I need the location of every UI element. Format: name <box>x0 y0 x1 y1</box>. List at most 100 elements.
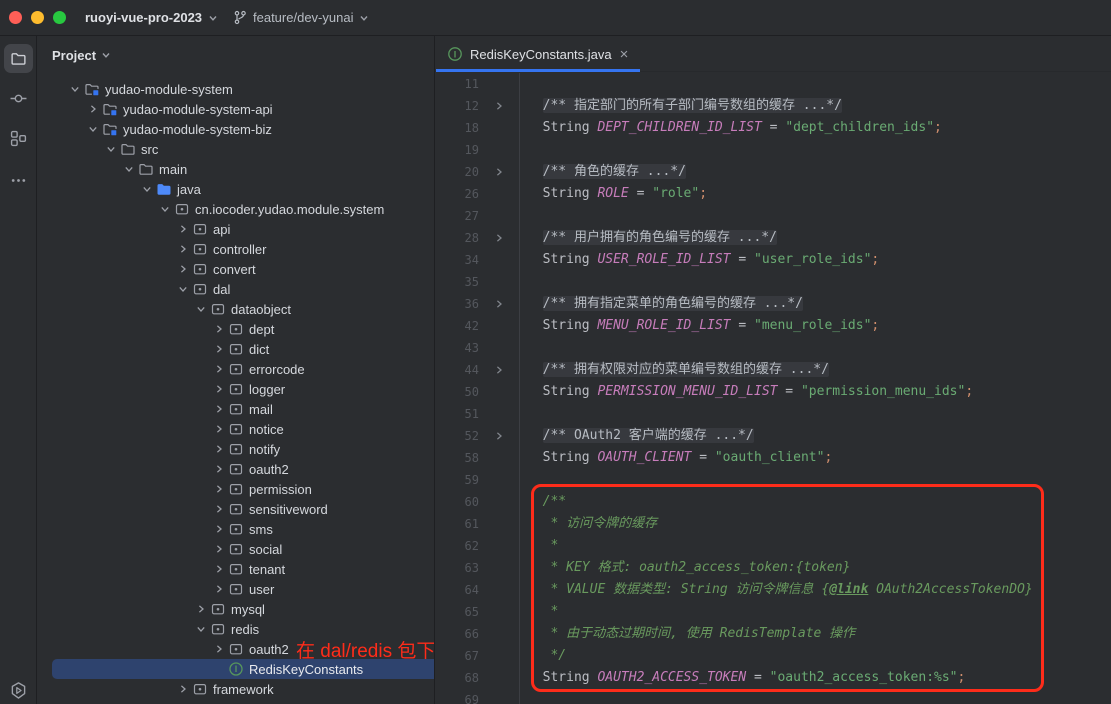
fold-arrow-icon[interactable] <box>479 161 520 183</box>
code-line-43: 43 <box>435 337 1111 359</box>
code-text: /** 指定部门的所有子部门编号数组的缓存 ...*/ <box>520 95 842 117</box>
code-line-65: 65 * <box>435 601 1111 623</box>
code-text: String MENU_ROLE_ID_LIST = "menu_role_id… <box>520 315 879 337</box>
tree-item-dataobject[interactable]: dataobject <box>37 299 434 319</box>
tree-item-partial[interactable] <box>37 699 434 704</box>
fold-arrow-icon[interactable] <box>479 95 520 117</box>
tree-item-sms[interactable]: sms <box>37 519 434 539</box>
line-number: 34 <box>435 249 479 271</box>
token-str: "oauth_client" <box>715 450 825 465</box>
chevron-down-icon[interactable] <box>156 199 174 219</box>
chevron-right-icon[interactable] <box>210 399 228 419</box>
chevron-down-icon[interactable] <box>102 139 120 159</box>
editor-tab-rediskeyconstants[interactable]: I RedisKeyConstants.java × <box>436 36 640 72</box>
chevron-right-icon[interactable] <box>210 439 228 459</box>
tree-item-convert[interactable]: convert <box>37 259 434 279</box>
tree-item-src[interactable]: src <box>37 139 434 159</box>
tree-item-java[interactable]: java <box>37 179 434 199</box>
package-icon <box>228 559 249 579</box>
tree-item-user[interactable]: user <box>37 579 434 599</box>
tree-item-main[interactable]: main <box>37 159 434 179</box>
gutter-space <box>479 623 520 645</box>
chevron-right-icon[interactable] <box>210 579 228 599</box>
chevron-right-icon[interactable] <box>210 379 228 399</box>
tree-item-notice[interactable]: notice <box>37 419 434 439</box>
chevron-right-icon[interactable] <box>210 499 228 519</box>
chevron-right-icon[interactable] <box>210 539 228 559</box>
services-tool-window-button[interactable] <box>4 676 33 704</box>
code-line-36: 36 /** 拥有指定菜单的角色编号的缓存 ...*/ <box>435 293 1111 315</box>
token-semi: ; <box>965 384 973 399</box>
chevron-right-icon[interactable] <box>210 519 228 539</box>
maximize-window-button[interactable] <box>53 11 66 24</box>
more-tool-windows-button[interactable] <box>4 166 33 195</box>
tree-item-logger[interactable]: logger <box>37 379 434 399</box>
chevron-down-icon[interactable] <box>174 279 192 299</box>
chevron-right-icon[interactable] <box>174 679 192 699</box>
fold-arrow-icon[interactable] <box>479 425 520 447</box>
code-line-68: 68 String OAUTH2_ACCESS_TOKEN = "oauth2_… <box>435 667 1111 689</box>
tree-item-mail[interactable]: mail <box>37 399 434 419</box>
chevron-right-icon[interactable] <box>192 599 210 619</box>
tree-item-sensitiveword[interactable]: sensitiveword <box>37 499 434 519</box>
tree-item-dict[interactable]: dict <box>37 339 434 359</box>
chevron-down-icon[interactable] <box>120 159 138 179</box>
minimize-window-button[interactable] <box>31 11 44 24</box>
line-number: 28 <box>435 227 479 249</box>
tree-item-oauth2[interactable]: oauth2 <box>37 459 434 479</box>
chevron-down-icon[interactable] <box>138 179 156 199</box>
chevron-down-icon[interactable] <box>66 79 84 99</box>
structure-tool-window-button[interactable] <box>4 124 33 153</box>
chevron-down-icon[interactable] <box>192 299 210 319</box>
chevron-down-icon[interactable] <box>84 119 102 139</box>
gutter-space <box>479 601 520 623</box>
token-link[interactable]: @link <box>829 582 868 597</box>
fold-arrow-icon[interactable] <box>479 359 520 381</box>
tree-item-yudao-module-system-biz[interactable]: yudao-module-system-biz <box>37 119 434 139</box>
tree-item-framework[interactable]: framework <box>37 679 434 699</box>
tree-item-label: dataobject <box>231 302 297 317</box>
tree-item-dept[interactable]: dept <box>37 319 434 339</box>
close-window-button[interactable] <box>9 11 22 24</box>
tree-item-notify[interactable]: notify <box>37 439 434 459</box>
fold-arrow-icon[interactable] <box>479 227 520 249</box>
commit-tool-window-button[interactable] <box>4 84 33 113</box>
chevron-right-icon[interactable] <box>174 219 192 239</box>
chevron-right-icon[interactable] <box>210 339 228 359</box>
chevron-right-icon[interactable] <box>174 239 192 259</box>
fold-arrow-icon[interactable] <box>479 293 520 315</box>
tree-item-cn-iocoder-yudao-module-system[interactable]: cn.iocoder.yudao.module.system <box>37 199 434 219</box>
close-tab-icon[interactable]: × <box>619 47 630 62</box>
chevron-down-icon[interactable] <box>192 619 210 639</box>
line-number: 42 <box>435 315 479 337</box>
chevron-right-icon[interactable] <box>174 259 192 279</box>
chevron-right-icon[interactable] <box>210 359 228 379</box>
tree-item-dal[interactable]: dal <box>37 279 434 299</box>
tree-item-api[interactable]: api <box>37 219 434 239</box>
tree-item-yudao-module-system-api[interactable]: yudao-module-system-api <box>37 99 434 119</box>
branch-selector[interactable]: feature/dev-yunai <box>233 0 369 35</box>
chevron-right-icon[interactable] <box>84 99 102 119</box>
chevron-right-icon[interactable] <box>210 459 228 479</box>
code-editor[interactable]: 1112 /** 指定部门的所有子部门编号数组的缓存 ...*/18 Strin… <box>435 73 1111 704</box>
chevron-right-icon[interactable] <box>210 419 228 439</box>
tree-item-controller[interactable]: controller <box>37 239 434 259</box>
tree-item-permission[interactable]: permission <box>37 479 434 499</box>
tree-item-errorcode[interactable]: errorcode <box>37 359 434 379</box>
project-selector[interactable]: ruoyi-vue-pro-2023 <box>85 0 218 35</box>
tree-item-label: dal <box>213 282 236 297</box>
chevron-right-icon[interactable] <box>210 479 228 499</box>
chevron-right-icon[interactable] <box>210 639 228 659</box>
code-text: /** <box>520 491 566 513</box>
tree-item-yudao-module-system[interactable]: yudao-module-system <box>37 79 434 99</box>
token-str: "oauth2_access_token:%s" <box>770 670 958 685</box>
chevron-right-icon[interactable] <box>174 699 192 704</box>
project-tool-window-button[interactable] <box>4 44 33 73</box>
chevron-right-icon[interactable] <box>210 559 228 579</box>
project-panel-header[interactable]: Project <box>52 36 111 74</box>
tree-item-tenant[interactable]: tenant <box>37 559 434 579</box>
tree-item-mysql[interactable]: mysql <box>37 599 434 619</box>
tree-item-social[interactable]: social <box>37 539 434 559</box>
gutter-space <box>479 535 520 557</box>
chevron-right-icon[interactable] <box>210 319 228 339</box>
